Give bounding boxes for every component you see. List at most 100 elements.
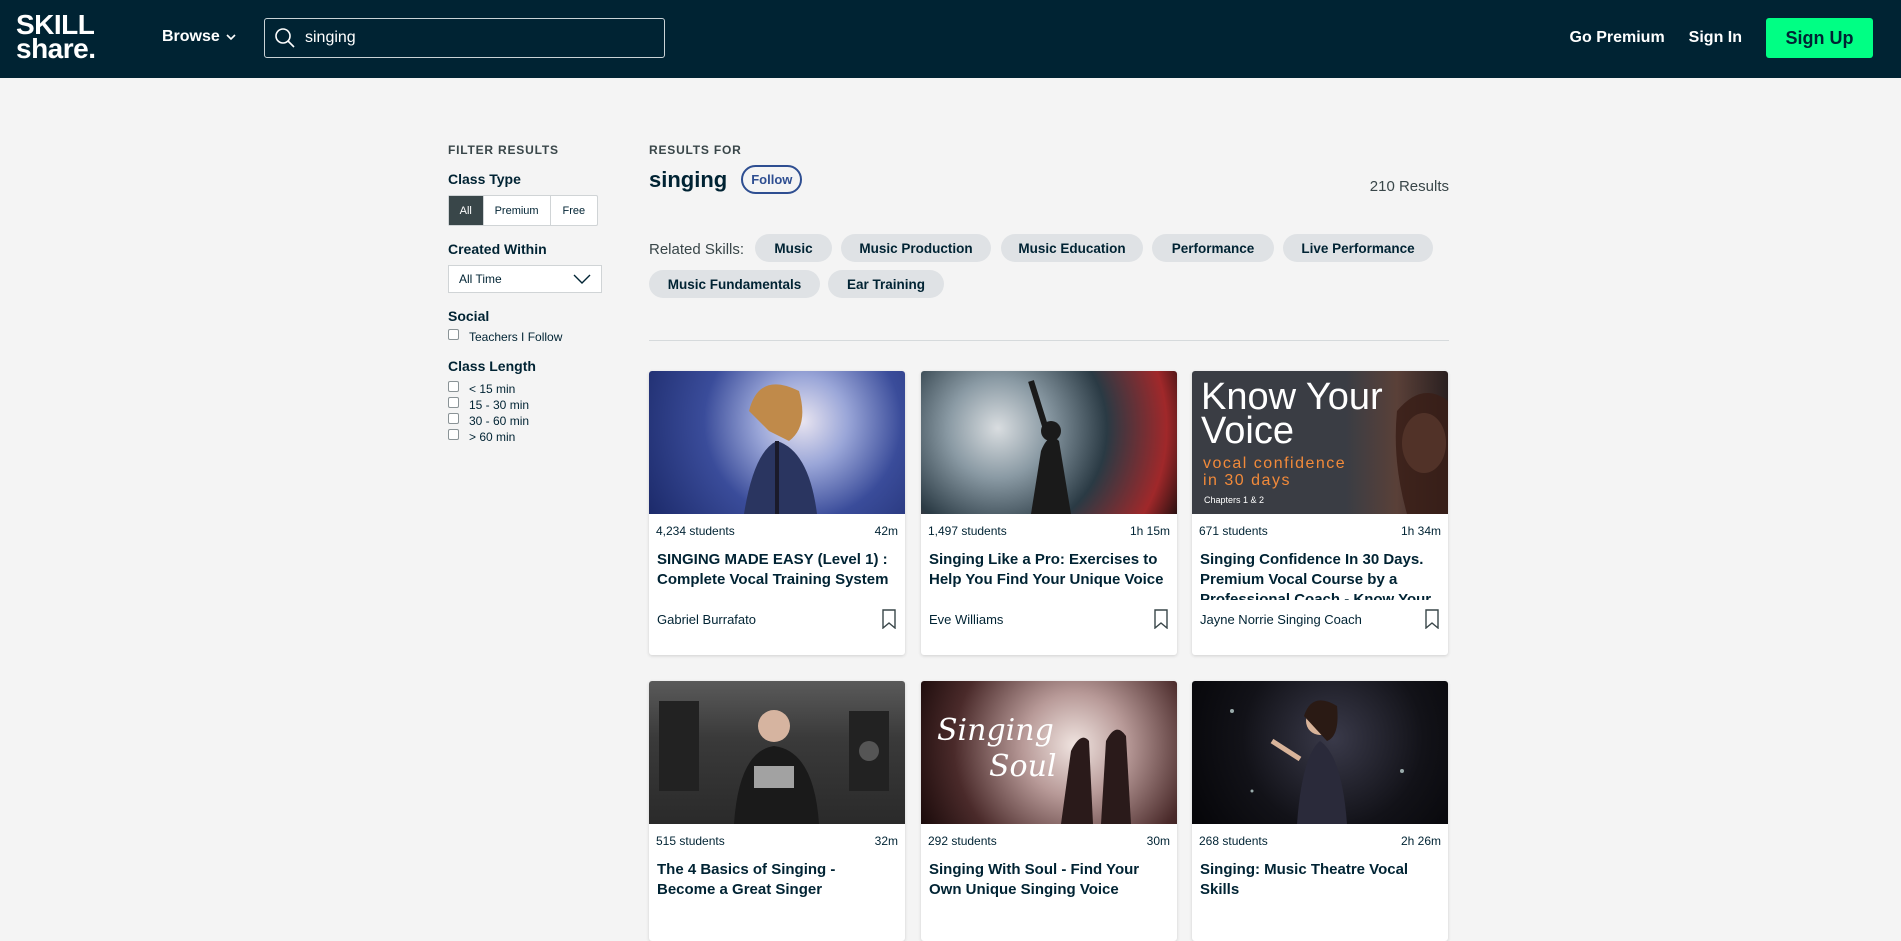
student-count: 292 students bbox=[928, 834, 997, 848]
teachers-follow-checkbox[interactable]: Teachers I Follow bbox=[448, 328, 608, 344]
logo-line-2: share. bbox=[16, 33, 96, 64]
teachers-follow-label: Teachers I Follow bbox=[469, 330, 563, 344]
card-footer: Gabriel Burrafato bbox=[649, 600, 905, 637]
checkbox-box[interactable] bbox=[448, 328, 459, 340]
teacher-name[interactable]: Gabriel Burrafato bbox=[657, 612, 756, 627]
search-icon bbox=[275, 28, 295, 48]
bookmark-icon[interactable] bbox=[1424, 609, 1440, 629]
teacher-name[interactable]: Eve Williams bbox=[929, 612, 1003, 627]
class-card[interactable]: 1,497 students 1h 15m Singing Like a Pro… bbox=[921, 371, 1177, 655]
class-thumbnail[interactable] bbox=[649, 371, 905, 514]
related-skills-label: Related Skills: bbox=[649, 241, 745, 258]
class-type-premium[interactable]: Premium bbox=[484, 196, 551, 225]
instructor-illustration bbox=[659, 701, 889, 824]
class-thumbnail[interactable]: Singing Soul bbox=[921, 681, 1177, 824]
length-checkbox-30-60[interactable]: 30 - 60 min bbox=[448, 412, 608, 428]
class-card[interactable]: Singing Soul 292 students 30m Singing Wi… bbox=[921, 681, 1177, 941]
created-within-label: Created Within bbox=[448, 241, 547, 257]
follow-button[interactable]: Follow bbox=[741, 165, 803, 194]
length-checkbox-under-15[interactable]: < 15 min bbox=[448, 380, 608, 396]
card-footer: Eve Williams bbox=[921, 600, 1177, 637]
class-card[interactable]: 515 students 32m The 4 Basics of Singing… bbox=[649, 681, 905, 941]
sign-up-button[interactable]: Sign Up bbox=[1766, 18, 1873, 58]
class-duration: 1h 34m bbox=[1400, 524, 1441, 538]
class-thumbnail[interactable]: Know Your Voice vocal confidence in 30 d… bbox=[1192, 371, 1448, 514]
skillshare-logo[interactable]: SKILL share. bbox=[16, 11, 96, 64]
class-card[interactable]: 4,234 students 42m SINGING MADE EASY (Le… bbox=[649, 371, 905, 655]
nav-right: Go Premium Sign In Sign Up bbox=[1570, 18, 1873, 58]
checkbox-box[interactable] bbox=[448, 380, 459, 392]
card-meta: 4,234 students 42m bbox=[649, 514, 905, 538]
filter-sidebar: FILTER RESULTS Class Type All Premium Fr… bbox=[448, 143, 608, 444]
chevron-down-icon bbox=[226, 34, 236, 41]
divider bbox=[649, 340, 1449, 341]
length-label: > 60 min bbox=[469, 430, 516, 444]
skill-chip-performance[interactable]: Performance bbox=[1152, 234, 1274, 262]
class-title[interactable]: SINGING MADE EASY (Level 1) : Complete V… bbox=[649, 538, 905, 600]
checkbox-box[interactable] bbox=[448, 412, 459, 424]
bookmark-icon[interactable] bbox=[881, 609, 897, 629]
search-bar[interactable] bbox=[264, 18, 665, 58]
results-for-label: RESULTS FOR bbox=[649, 143, 742, 157]
class-duration: 2h 26m bbox=[1400, 834, 1441, 848]
social-label: Social bbox=[448, 308, 490, 324]
class-card[interactable]: 268 students 2h 26m Singing: Music Theat… bbox=[1192, 681, 1448, 941]
class-length-label: Class Length bbox=[448, 358, 536, 374]
class-thumbnail[interactable] bbox=[1192, 681, 1448, 824]
class-title[interactable]: Singing Confidence In 30 Days. Premium V… bbox=[1192, 538, 1448, 600]
class-type-label: Class Type bbox=[448, 171, 521, 187]
skill-chip-music-education[interactable]: Music Education bbox=[1001, 234, 1143, 262]
search-input[interactable] bbox=[305, 29, 645, 47]
go-premium-link[interactable]: Go Premium bbox=[1570, 29, 1665, 47]
card-meta: 292 students 30m bbox=[921, 824, 1177, 848]
card-meta: 268 students 2h 26m bbox=[1192, 824, 1448, 848]
created-within-value: All Time bbox=[459, 272, 502, 286]
singers-silhouette bbox=[1061, 729, 1131, 824]
card-meta: 515 students 32m bbox=[649, 824, 905, 848]
class-title[interactable]: Singing With Soul - Find Your Own Unique… bbox=[921, 848, 1177, 910]
class-card[interactable]: Know Your Voice vocal confidence in 30 d… bbox=[1192, 371, 1448, 655]
theatre-singer-illustration bbox=[1230, 700, 1404, 824]
skill-chip-music-production[interactable]: Music Production bbox=[841, 234, 991, 262]
browse-menu[interactable]: Browse bbox=[162, 28, 237, 46]
skill-chip-live-performance[interactable]: Live Performance bbox=[1283, 234, 1433, 262]
class-duration: 1h 15m bbox=[1129, 524, 1170, 538]
performer-illustration bbox=[1028, 380, 1071, 514]
sign-in-link[interactable]: Sign In bbox=[1689, 29, 1742, 47]
student-count: 268 students bbox=[1199, 834, 1268, 848]
top-nav-bar: SKILL share. Browse Go Premium Sign In S… bbox=[0, 0, 1901, 78]
teacher-name[interactable]: Jayne Norrie Singing Coach bbox=[1200, 612, 1362, 627]
created-within-select[interactable]: All Time bbox=[448, 265, 602, 293]
length-label: 15 - 30 min bbox=[469, 398, 530, 412]
class-thumbnail[interactable] bbox=[649, 681, 905, 824]
card-footer: Jayne Norrie Singing Coach bbox=[1192, 600, 1448, 637]
class-title[interactable]: Singing Like a Pro: Exercises to Help Yo… bbox=[921, 538, 1177, 600]
query-title: singing bbox=[649, 166, 728, 192]
checkbox-box[interactable] bbox=[448, 428, 459, 440]
student-count: 671 students bbox=[1199, 524, 1268, 538]
class-type-toggle: All Premium Free bbox=[448, 195, 598, 226]
length-checkbox-over-60[interactable]: > 60 min bbox=[448, 428, 608, 444]
student-count: 1,497 students bbox=[928, 524, 1007, 538]
bookmark-icon[interactable] bbox=[1153, 609, 1169, 629]
class-title[interactable]: The 4 Basics of Singing - Become a Great… bbox=[649, 848, 905, 910]
query-row: singing Follow bbox=[649, 165, 1449, 194]
class-type-all[interactable]: All bbox=[449, 196, 484, 225]
class-thumbnail[interactable] bbox=[921, 371, 1177, 514]
length-checkbox-15-30[interactable]: 15 - 30 min bbox=[448, 396, 608, 412]
card-meta: 671 students 1h 34m bbox=[1192, 514, 1448, 538]
checkbox-box[interactable] bbox=[448, 396, 459, 408]
class-duration: 42m bbox=[874, 524, 898, 538]
singer-illustration bbox=[744, 384, 817, 514]
class-title[interactable]: Singing: Music Theatre Vocal Skills bbox=[1192, 848, 1448, 910]
coach-portrait bbox=[1395, 393, 1448, 514]
student-count: 515 students bbox=[656, 834, 725, 848]
class-duration: 32m bbox=[874, 834, 898, 848]
skill-chip-ear-training[interactable]: Ear Training bbox=[828, 270, 944, 298]
length-label: < 15 min bbox=[469, 382, 516, 396]
class-type-free[interactable]: Free bbox=[551, 196, 597, 225]
class-duration: 30m bbox=[1146, 834, 1170, 848]
skill-chip-music-fundamentals[interactable]: Music Fundamentals bbox=[649, 270, 820, 298]
skill-chip-music[interactable]: Music bbox=[755, 234, 832, 262]
results-count: 210 Results bbox=[1369, 178, 1449, 195]
